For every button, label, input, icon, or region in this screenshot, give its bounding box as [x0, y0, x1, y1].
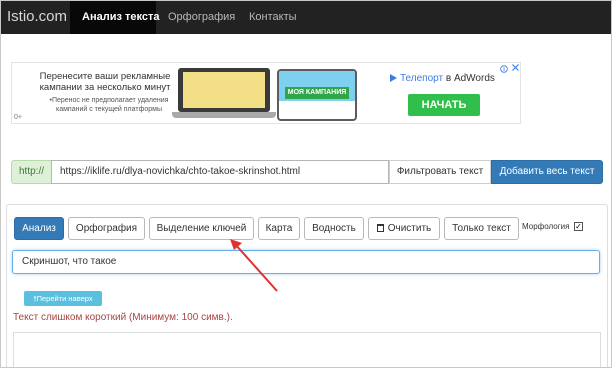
clear-button[interactable]: Очистить [368, 217, 440, 240]
ad-brand: Телепорт в AdWords [390, 73, 495, 84]
wateriness-button[interactable]: Водность [304, 217, 364, 240]
ad-headline: Перенесите ваши рекламные кампании за не… [39, 71, 171, 93]
url-scheme-label: http:// [11, 160, 51, 184]
ad-note: •Перенос не предполагает удаления кампан… [49, 97, 169, 113]
phone-illustration: МОЯ КАМПАНИЯ [277, 69, 357, 121]
scroll-to-top-button[interactable]: 🠕Перейти наверх [24, 291, 102, 306]
url-input[interactable]: https://iklife.ru/dlya-novichka/chto-tak… [51, 160, 389, 184]
filter-text-button[interactable]: Фильтровать текст [389, 160, 491, 184]
trash-icon [376, 224, 384, 232]
ad-banner[interactable]: Перенесите ваши рекламные кампании за не… [11, 62, 521, 124]
clear-button-label: Очистить [387, 223, 432, 234]
nav-spelling[interactable]: Орфография [156, 1, 240, 34]
morphology-checkbox[interactable]: ✓ [574, 222, 583, 231]
only-text-button[interactable]: Только текст [444, 217, 519, 240]
analysis-text-input[interactable]: Скриншот, что такое [12, 250, 600, 274]
ad-campaign-label: МОЯ КАМПАНИЯ [285, 87, 349, 99]
page-frame: Istio.com Анализ текста Орфография Конта… [0, 0, 612, 368]
close-icon[interactable] [511, 63, 520, 75]
result-area [13, 332, 601, 367]
map-button[interactable]: Карта [258, 217, 300, 240]
morphology-label: Морфология [522, 222, 570, 231]
add-all-text-button[interactable]: Добавить весь текст [491, 160, 603, 184]
nav-text-analysis[interactable]: Анализ текста [70, 1, 159, 34]
site-logo[interactable]: Istio.com [7, 8, 67, 25]
ad-start-button[interactable]: НАЧАТЬ [408, 94, 480, 116]
info-icon[interactable] [500, 65, 508, 75]
highlight-keys-button[interactable]: Выделение ключей [149, 217, 254, 240]
top-navbar: Istio.com Анализ текста Орфография Конта… [1, 1, 611, 34]
ad-brand-name: Телепорт [400, 73, 444, 84]
teleport-logo-icon [390, 74, 397, 82]
warning-message: Текст слишком короткий (Минимум: 100 сим… [13, 312, 233, 323]
scroll-to-top-label: Перейти наверх [36, 294, 93, 303]
ad-brand-suffix: в AdWords [443, 73, 495, 84]
spelling-button[interactable]: Орфография [68, 217, 145, 240]
nav-contacts[interactable]: Контакты [237, 1, 307, 34]
laptop-illustration [172, 68, 276, 120]
analyze-button[interactable]: Анализ [14, 217, 64, 240]
ad-age-mark: 0+ [14, 114, 22, 121]
